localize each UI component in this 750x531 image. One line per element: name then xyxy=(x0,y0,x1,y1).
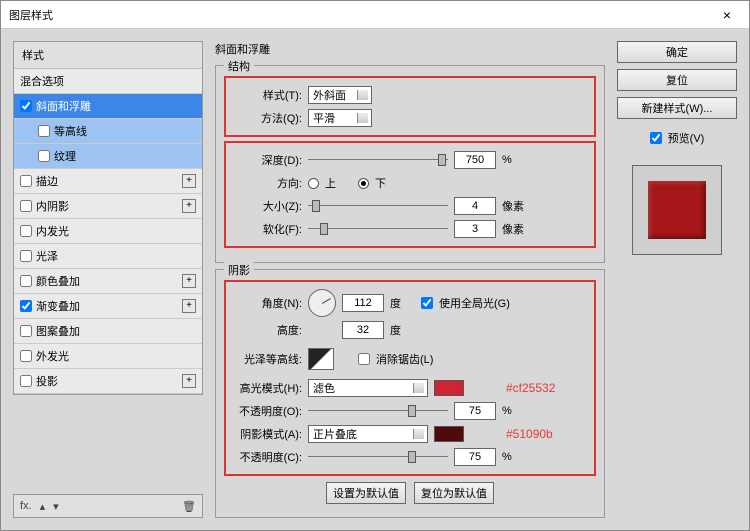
style-item-innershadow[interactable]: 内阴影 + xyxy=(14,194,202,219)
style-check-coloroverlay[interactable] xyxy=(20,275,32,287)
style-item-gradientoverlay[interactable]: 渐变叠加 + xyxy=(14,294,202,319)
antialias-check[interactable] xyxy=(358,353,370,365)
left-column: 样式 混合选项 斜面和浮雕 等高线 纹理 描边 + 内阴影 xyxy=(13,41,203,518)
altitude-input[interactable]: 32 xyxy=(342,321,384,339)
global-light-check[interactable] xyxy=(421,297,433,309)
right-column: 确定 复位 新建样式(W)... 预览(V) xyxy=(617,41,737,518)
add-icon[interactable]: + xyxy=(182,174,196,188)
shadow-opacity-input[interactable]: 75 xyxy=(454,448,496,466)
style-check-texture[interactable] xyxy=(38,150,50,162)
shading-title: 阴影 xyxy=(224,262,254,278)
dir-down-radio[interactable] xyxy=(358,178,369,189)
window-title: 图层样式 xyxy=(9,7,53,23)
style-item-patternoverlay[interactable]: 图案叠加 xyxy=(14,319,202,344)
style-list-footer: fx. ▴ ▾ 🗑 xyxy=(13,494,203,518)
blend-options-row[interactable]: 混合选项 xyxy=(14,69,202,94)
style-check-contour[interactable] xyxy=(38,125,50,137)
highlight-opacity-input[interactable]: 75 xyxy=(454,402,496,420)
highlight-box-2: 深度(D): 750 % 方向: 上 下 大小(Z): xyxy=(224,141,596,248)
add-icon[interactable]: + xyxy=(182,199,196,213)
style-select[interactable]: 外斜面 xyxy=(308,86,372,104)
style-item-satin[interactable]: 光泽 xyxy=(14,244,202,269)
style-item-coloroverlay[interactable]: 颜色叠加 + xyxy=(14,269,202,294)
style-check-innerglow[interactable] xyxy=(20,225,32,237)
style-check-stroke[interactable] xyxy=(20,175,32,187)
style-item-contour[interactable]: 等高线 xyxy=(14,119,202,144)
cancel-button[interactable]: 复位 xyxy=(617,69,737,91)
settings-panel: 斜面和浮雕 结构 样式(T): 外斜面 方法(Q): 平滑 深度(D): xyxy=(215,41,605,518)
preview-check[interactable] xyxy=(650,132,662,144)
preview-box xyxy=(632,165,722,255)
shadow-mode-select[interactable]: 正片叠底 xyxy=(308,425,428,443)
style-list: 样式 混合选项 斜面和浮雕 等高线 纹理 描边 + 内阴影 xyxy=(13,41,203,395)
soften-input[interactable]: 3 xyxy=(454,220,496,238)
add-icon[interactable]: + xyxy=(182,274,196,288)
layer-style-dialog: 图层样式 × 样式 混合选项 斜面和浮雕 等高线 纹理 描边 xyxy=(0,0,750,531)
new-style-button[interactable]: 新建样式(W)... xyxy=(617,97,737,119)
style-check-gradientoverlay[interactable] xyxy=(20,300,32,312)
depth-slider[interactable] xyxy=(308,154,448,166)
angle-dial[interactable] xyxy=(308,289,336,317)
ok-button[interactable]: 确定 xyxy=(617,41,737,63)
size-slider[interactable] xyxy=(308,200,448,212)
structure-title: 结构 xyxy=(224,58,254,74)
shading-group: 阴影 角度(N): 112 度 使用全局光(G) 高度: 32 xyxy=(215,269,605,518)
highlight-opacity-slider[interactable] xyxy=(308,405,448,417)
arrow-up-icon[interactable]: ▴ xyxy=(40,500,46,513)
style-check-outerglow[interactable] xyxy=(20,350,32,362)
style-item-bevel[interactable]: 斜面和浮雕 xyxy=(14,94,202,119)
trash-icon[interactable]: 🗑 xyxy=(182,500,196,513)
preview-swatch xyxy=(648,181,706,239)
annotation-hi: #cf25532 xyxy=(506,381,555,395)
soften-slider[interactable] xyxy=(308,223,448,235)
dialog-body: 样式 混合选项 斜面和浮雕 等高线 纹理 描边 + 内阴影 xyxy=(1,29,749,530)
highlight-box-1: 样式(T): 外斜面 方法(Q): 平滑 xyxy=(224,76,596,137)
blend-options-label: 混合选项 xyxy=(20,73,64,89)
style-item-outerglow[interactable]: 外发光 xyxy=(14,344,202,369)
reset-default-button[interactable]: 复位为默认值 xyxy=(414,482,494,504)
size-input[interactable]: 4 xyxy=(454,197,496,215)
style-item-innerglow[interactable]: 内发光 xyxy=(14,219,202,244)
angle-input[interactable]: 112 xyxy=(342,294,384,312)
style-item-texture[interactable]: 纹理 xyxy=(14,144,202,169)
shadow-color-swatch[interactable] xyxy=(434,426,464,442)
method-select[interactable]: 平滑 xyxy=(308,109,372,127)
structure-group: 结构 样式(T): 外斜面 方法(Q): 平滑 深度(D): xyxy=(215,65,605,263)
style-check-dropshadow[interactable] xyxy=(20,375,32,387)
titlebar: 图层样式 × xyxy=(1,1,749,29)
style-check-satin[interactable] xyxy=(20,250,32,262)
depth-input[interactable]: 750 xyxy=(454,151,496,169)
panel-title: 斜面和浮雕 xyxy=(215,41,605,57)
add-icon[interactable]: + xyxy=(182,299,196,313)
style-item-dropshadow[interactable]: 投影 + xyxy=(14,369,202,394)
make-default-button[interactable]: 设置为默认值 xyxy=(326,482,406,504)
highlight-mode-select[interactable]: 滤色 xyxy=(308,379,428,397)
styles-header: 样式 xyxy=(14,42,202,69)
annotation-sh: #51090b xyxy=(506,427,553,441)
highlight-box-3: 角度(N): 112 度 使用全局光(G) 高度: 32 度 xyxy=(224,280,596,476)
gloss-contour-picker[interactable] xyxy=(308,348,334,370)
style-check-bevel[interactable] xyxy=(20,100,32,112)
style-item-stroke[interactable]: 描边 + xyxy=(14,169,202,194)
highlight-color-swatch[interactable] xyxy=(434,380,464,396)
add-icon[interactable]: + xyxy=(182,374,196,388)
style-check-innershadow[interactable] xyxy=(20,200,32,212)
shadow-opacity-slider[interactable] xyxy=(308,451,448,463)
close-icon[interactable]: × xyxy=(713,7,741,23)
fx-menu-icon[interactable]: fx. xyxy=(20,500,32,512)
dir-up-radio[interactable] xyxy=(308,178,319,189)
arrow-down-icon[interactable]: ▾ xyxy=(53,500,59,513)
style-check-patternoverlay[interactable] xyxy=(20,325,32,337)
